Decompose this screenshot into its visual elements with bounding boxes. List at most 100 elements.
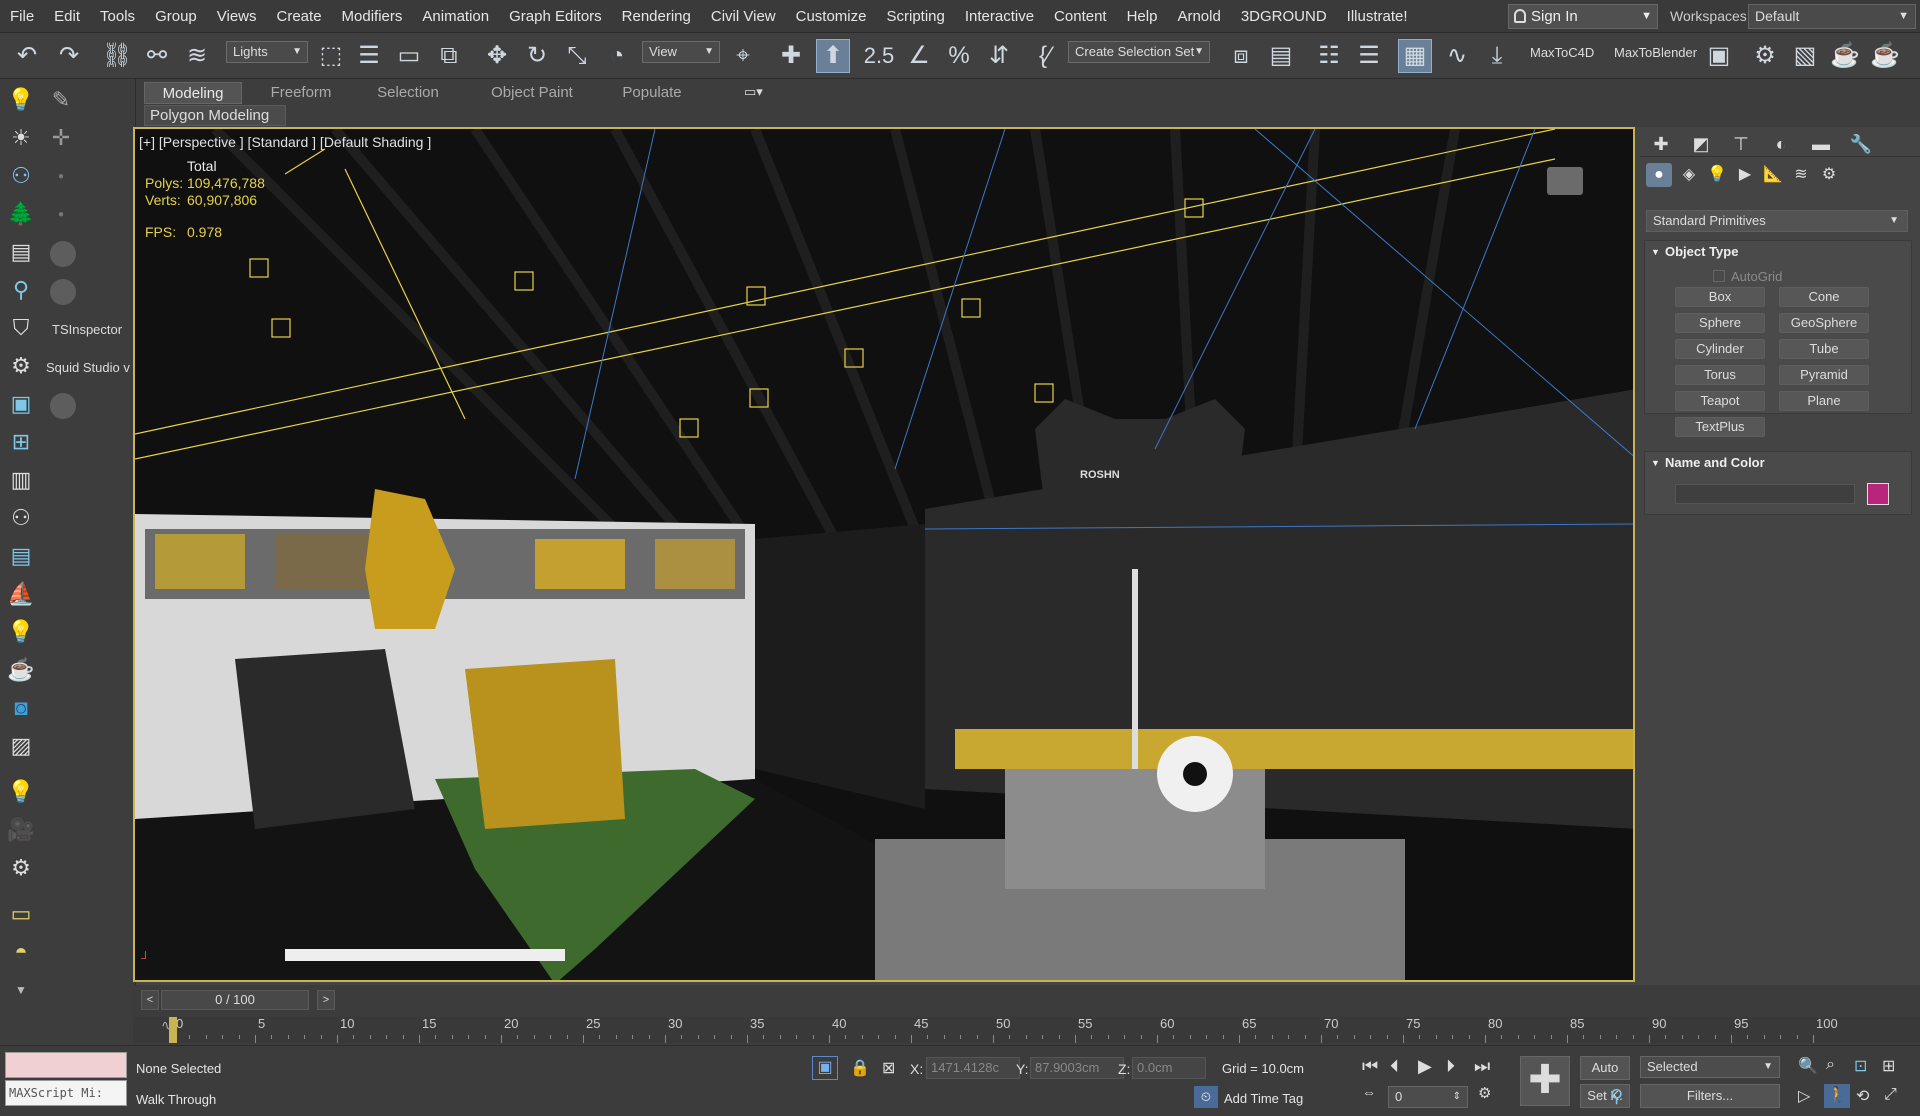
y-coordinate-field[interactable]: 87.9003cm	[1030, 1057, 1124, 1079]
torus-button[interactable]: Torus	[1675, 365, 1765, 385]
dome-icon[interactable]: ◓	[6, 937, 36, 967]
camera-group-icon[interactable]: ⚇	[6, 161, 36, 191]
set-key-icon[interactable]: ✚	[1520, 1056, 1570, 1106]
unlink-icon[interactable]: ⚯	[140, 39, 174, 73]
menu-3dground[interactable]: 3DGROUND	[1231, 0, 1337, 33]
walk-through-icon[interactable]: 🚶	[1824, 1084, 1850, 1108]
utilities-tab-icon[interactable]: 🔧	[1848, 133, 1874, 155]
render-setup-icon[interactable]: ⚙	[1748, 39, 1782, 73]
orbit-icon[interactable]: ⟲	[1856, 1086, 1869, 1106]
maximize-viewport-icon[interactable]: ⤢	[1884, 1086, 1897, 1104]
menu-tools[interactable]: Tools	[90, 0, 145, 33]
move-icon[interactable]: ✥	[480, 39, 514, 73]
tab-selection[interactable]: Selection	[358, 82, 458, 104]
tab-freeform[interactable]: Freeform	[256, 82, 346, 104]
projector-icon[interactable]: ⚙	[6, 853, 36, 883]
maxscript-mini-listener[interactable]: MAXScript Mi:	[5, 1080, 127, 1106]
redo-icon[interactable]: ↷	[52, 39, 86, 73]
next-key-icon[interactable]: ⏵	[1446, 1056, 1455, 1077]
cylinder-button[interactable]: Cylinder	[1675, 339, 1765, 359]
named-selection-set-select[interactable]: Create Selection Set ▼	[1068, 41, 1210, 63]
panel-icon[interactable]: ▥	[6, 465, 36, 495]
rectangular-region-icon[interactable]: ▭	[392, 39, 426, 73]
helpers-icon[interactable]: 📐	[1760, 163, 1786, 187]
sign-in-button[interactable]: Sign In ▼	[1508, 4, 1658, 29]
teapot-button[interactable]: Teapot	[1675, 391, 1765, 411]
perspective-viewport[interactable]: [+] [Perspective ] [Standard ] [Default …	[133, 127, 1635, 982]
display-tab-icon[interactable]: ▬	[1808, 133, 1834, 155]
box-icon[interactable]: ▭	[6, 899, 36, 929]
name-and-color-header[interactable]: Name and Color	[1645, 452, 1911, 474]
time-slider[interactable]: 0 / 100	[161, 990, 309, 1010]
render-iterative-icon[interactable]: ☕	[1868, 39, 1902, 73]
select-object-icon[interactable]: ⬚	[314, 39, 348, 73]
menu-scripting[interactable]: Scripting	[876, 0, 954, 33]
workspace-select[interactable]: Default ▼	[1748, 4, 1916, 29]
bind-spacewarp-icon[interactable]: ≋	[180, 39, 214, 73]
x-coordinate-field[interactable]: 1471.4128c	[926, 1057, 1020, 1079]
object-name-field[interactable]	[1675, 484, 1855, 504]
scene-explorer-icon[interactable]: ☷	[1312, 39, 1346, 73]
light-icon[interactable]: 💡	[6, 85, 36, 115]
align-icon[interactable]: ▤	[1264, 39, 1298, 73]
selection-lock-icon[interactable]: 🔒	[850, 1058, 870, 1078]
time-tag-icon[interactable]: ⏲	[1194, 1086, 1218, 1108]
plant-icon[interactable]: ⚲	[6, 275, 36, 305]
object-color-swatch[interactable]	[1867, 483, 1889, 505]
placement-icon[interactable]: ◔	[600, 39, 634, 73]
sphere-button[interactable]: Sphere	[1675, 313, 1765, 333]
inspector-icon[interactable]: ⛉	[6, 313, 36, 343]
pyramid-button[interactable]: Pyramid	[1779, 365, 1869, 385]
spinner-snap-icon[interactable]: ⇵	[982, 39, 1016, 73]
tube-button[interactable]: Tube	[1779, 339, 1869, 359]
menu-customize[interactable]: Customize	[786, 0, 877, 33]
box-button[interactable]: Box	[1675, 287, 1765, 307]
snaps-toggle-icon[interactable]: 2.5	[862, 39, 896, 73]
render-production-icon[interactable]: ☕	[1828, 39, 1862, 73]
geosphere-button[interactable]: GeoSphere	[1779, 313, 1869, 333]
set-key-mode-icon[interactable]: ⚲	[1610, 1086, 1623, 1107]
previous-frame-arrow[interactable]: <	[141, 990, 159, 1010]
field-of-view-icon[interactable]: ▷	[1798, 1086, 1810, 1106]
menu-help[interactable]: Help	[1117, 0, 1168, 33]
viewcube[interactable]	[1547, 167, 1583, 195]
viewport-label[interactable]: [+] [Perspective ] [Standard ] [Default …	[139, 134, 431, 150]
isolate-selection-icon[interactable]: ▣	[812, 1056, 838, 1080]
rotate-icon[interactable]: ↻	[520, 39, 554, 73]
schematic-view-icon[interactable]: ⤓	[1480, 39, 1514, 73]
circle-icon[interactable]	[50, 393, 76, 419]
material-editor-icon[interactable]: ▣	[1702, 39, 1736, 73]
menu-civil-view[interactable]: Civil View	[701, 0, 786, 33]
percent-snap-icon[interactable]: %	[942, 39, 976, 73]
teapot-icon[interactable]: ☕	[6, 655, 36, 685]
menu-views[interactable]: Views	[207, 0, 267, 33]
systems-icon[interactable]: ⚙	[1816, 163, 1842, 187]
next-frame-arrow[interactable]: >	[317, 990, 335, 1010]
link-icon[interactable]: ⛓	[100, 39, 134, 73]
menu-graph-editors[interactable]: Graph Editors	[499, 0, 612, 33]
mirror-icon[interactable]: ⧈	[1224, 39, 1258, 73]
pivot-center-icon[interactable]: ⌖	[726, 39, 760, 73]
ribbon-options-icon[interactable]: ▭▾	[744, 84, 763, 100]
keyboard-shortcut-override-icon[interactable]: ⬆	[816, 39, 850, 73]
menu-interactive[interactable]: Interactive	[955, 0, 1044, 33]
spacewarps-icon[interactable]: ≋	[1788, 163, 1814, 187]
key-mode-icon[interactable]: ⇔	[1362, 1084, 1376, 1100]
ts-inspector-label[interactable]: TSInspector	[52, 322, 122, 337]
time-cursor[interactable]	[169, 1017, 177, 1043]
group-icon[interactable]: ⚇	[6, 503, 36, 533]
curve-editor-icon[interactable]: ∿	[1440, 39, 1474, 73]
select-by-name-icon[interactable]: ☰	[352, 39, 386, 73]
tab-object-paint[interactable]: Object Paint	[472, 82, 592, 104]
plane-button[interactable]: Plane	[1779, 391, 1869, 411]
text-icon[interactable]: ▤	[6, 237, 36, 267]
menu-arnold[interactable]: Arnold	[1167, 0, 1230, 33]
lights-icon[interactable]: 💡	[1704, 163, 1730, 187]
squid-studio-label[interactable]: Squid Studio v	[46, 360, 130, 375]
circle-icon[interactable]	[50, 279, 76, 305]
add-time-tag[interactable]: Add Time Tag	[1224, 1091, 1303, 1106]
auto-key-button[interactable]: Auto	[1580, 1056, 1630, 1080]
bulb-icon[interactable]: 💡	[6, 617, 36, 647]
cameras-icon[interactable]: ▶	[1732, 163, 1758, 187]
key-filter-select[interactable]: Selected ▼	[1640, 1056, 1780, 1078]
